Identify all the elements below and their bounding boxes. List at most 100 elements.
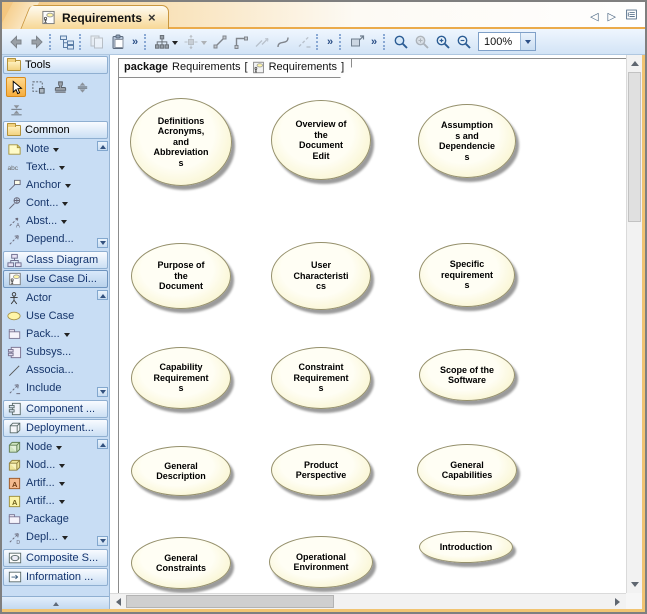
palette-item-containment[interactable]: Cont... (2, 194, 109, 212)
autosize-button[interactable] (346, 31, 367, 52)
stamp-tool-button[interactable] (50, 77, 70, 97)
scroll-left-button[interactable] (110, 594, 126, 609)
dashed-path-button[interactable] (293, 31, 314, 52)
dropdown-caret-icon[interactable] (62, 536, 68, 543)
use-case-ellipse[interactable]: Constraint Requirement s (271, 347, 371, 409)
scroll-right-button[interactable] (610, 594, 626, 609)
palette-header-tools[interactable]: Tools (3, 56, 108, 74)
dropdown-caret-icon[interactable] (62, 202, 68, 209)
palette-item-use-case[interactable]: Use Case (2, 307, 109, 325)
next-tab-icon[interactable]: ▷ (608, 12, 616, 23)
horizontal-scrollbar-thumb[interactable] (126, 595, 334, 608)
tree-layout-button[interactable] (151, 31, 172, 52)
palette-scroll-down-button[interactable] (97, 536, 108, 546)
use-case-ellipse[interactable]: General Capabilities (417, 444, 517, 496)
tab-close-icon[interactable]: × (148, 11, 156, 24)
use-case-ellipse[interactable]: General Description (131, 446, 231, 496)
tab-list-icon[interactable] (625, 8, 638, 26)
palette-header-class-diagram[interactable]: Class Diagram (3, 251, 108, 269)
dropdown-caret-icon[interactable] (59, 166, 65, 173)
palette-scroll-up-button[interactable] (97, 290, 108, 300)
dropdown-caret-icon[interactable] (59, 464, 65, 471)
palette-item-abstraction[interactable]: A Abst... (2, 212, 109, 230)
palette-item-package[interactable]: Pack... (2, 325, 109, 343)
palette-header-deployment-diagram[interactable]: Deployment... (3, 419, 108, 437)
palette-item-anchor[interactable]: Anchor (2, 176, 109, 194)
copy-button[interactable] (86, 31, 107, 52)
swimlane-tool-button[interactable] (6, 99, 26, 119)
palette-header-information-flow[interactable]: Information ... (3, 568, 108, 586)
quick-layout-caret-icon[interactable] (201, 41, 207, 48)
use-case-ellipse[interactable]: Introduction (419, 531, 513, 563)
palette-item-dependency[interactable]: Depend... (2, 230, 109, 248)
zoom-tool-icon[interactable] (390, 31, 411, 52)
palette-scroll-up-button[interactable] (97, 439, 108, 449)
curved-path-button[interactable] (272, 31, 293, 52)
palette-item-node[interactable]: Node (2, 438, 109, 456)
palette-header-component-diagram[interactable]: Component ... (3, 400, 108, 418)
palette-item-text[interactable]: abc Text... (2, 158, 109, 176)
scroll-down-button[interactable] (627, 577, 642, 593)
palette-item-actor[interactable]: Actor (2, 289, 109, 307)
palette-header-common[interactable]: Common (3, 121, 108, 139)
dropdown-caret-icon[interactable] (59, 482, 65, 489)
dropdown-caret-icon[interactable] (61, 220, 67, 227)
palette-header-use-case-diagram[interactable]: Use Case Di... (3, 270, 108, 288)
zoom-out-icon[interactable] (453, 31, 474, 52)
use-case-ellipse[interactable]: Operational Environment (269, 536, 373, 588)
use-case-ellipse[interactable]: Specific requirement s (419, 243, 515, 307)
use-case-ellipse[interactable]: Definitions Acronyms, and Abbreviation s (130, 98, 232, 186)
scroll-up-button[interactable] (627, 55, 642, 71)
horizontal-scrollbar[interactable] (110, 593, 626, 609)
quick-layout-button[interactable] (180, 31, 201, 52)
back-button[interactable] (5, 31, 26, 52)
zoom-region-icon[interactable] (411, 31, 432, 52)
prev-tab-icon[interactable]: ◁ (590, 12, 598, 23)
oblique-break-path-button[interactable] (251, 31, 272, 52)
zoom-combo-dropdown[interactable] (520, 33, 535, 50)
dropdown-caret-icon[interactable] (65, 184, 71, 191)
overflow-chevron-icon[interactable]: » (323, 36, 337, 48)
selection-tool-button[interactable] (6, 77, 26, 97)
vertical-distribute-tool-button[interactable] (72, 77, 92, 97)
use-case-ellipse[interactable]: Purpose of the Document (131, 243, 231, 309)
palette-item-note[interactable]: Note (2, 140, 109, 158)
rectilinear-path-button[interactable] (230, 31, 251, 52)
use-case-ellipse[interactable]: User Characteristi cs (271, 242, 371, 310)
use-case-ellipse[interactable]: Overview of the Document Edit (271, 100, 371, 180)
palette-collapse-button[interactable] (2, 596, 109, 609)
overflow-chevron-icon[interactable]: » (128, 36, 142, 48)
palette-item-subsystem[interactable]: Subsys... (2, 343, 109, 361)
dropdown-caret-icon[interactable] (59, 500, 65, 507)
palette-item-deploy[interactable]: D Depl... (2, 528, 109, 546)
dropdown-caret-icon[interactable] (64, 333, 70, 340)
zoom-in-icon[interactable] (432, 31, 453, 52)
use-case-ellipse[interactable]: Capability Requirement s (131, 347, 231, 409)
marquee-select-tool-button[interactable] (28, 77, 48, 97)
palette-item-artifact[interactable]: A Artif... (2, 474, 109, 492)
diagram-tab-requirements[interactable]: Requirements × (32, 5, 169, 29)
overflow-chevron-icon[interactable]: » (367, 36, 381, 48)
palette-item-include[interactable]: Include (2, 379, 109, 397)
palette-item-node-instance[interactable]: Nod... (2, 456, 109, 474)
palette-item-artifact-instance[interactable]: A Artif... (2, 492, 109, 510)
palette-scroll-up-button[interactable] (97, 141, 108, 151)
oblique-path-button[interactable] (209, 31, 230, 52)
palette-item-package2[interactable]: Package (2, 510, 109, 528)
forward-button[interactable] (26, 31, 47, 52)
vertical-scrollbar-thumb[interactable] (628, 72, 641, 222)
palette-scroll-down-button[interactable] (97, 387, 108, 397)
zoom-level-combo[interactable]: 100% (478, 32, 536, 51)
vertical-scrollbar[interactable] (626, 55, 642, 593)
use-case-ellipse[interactable]: Product Perspective (271, 444, 371, 496)
diagram-canvas[interactable]: package Requirements [ Requirements ] De… (110, 55, 642, 609)
palette-header-composite-structure[interactable]: Composite S... (3, 549, 108, 567)
containment-tree-button[interactable] (56, 31, 77, 52)
use-case-ellipse[interactable]: Assumption s and Dependencie s (418, 104, 516, 178)
dropdown-caret-icon[interactable] (53, 148, 59, 155)
tree-layout-caret-icon[interactable] (172, 41, 178, 48)
use-case-ellipse[interactable]: Scope of the Software (419, 349, 515, 401)
use-case-ellipse[interactable]: General Constraints (131, 537, 231, 589)
palette-scroll-down-button[interactable] (97, 238, 108, 248)
palette-item-association[interactable]: Associa... (2, 361, 109, 379)
